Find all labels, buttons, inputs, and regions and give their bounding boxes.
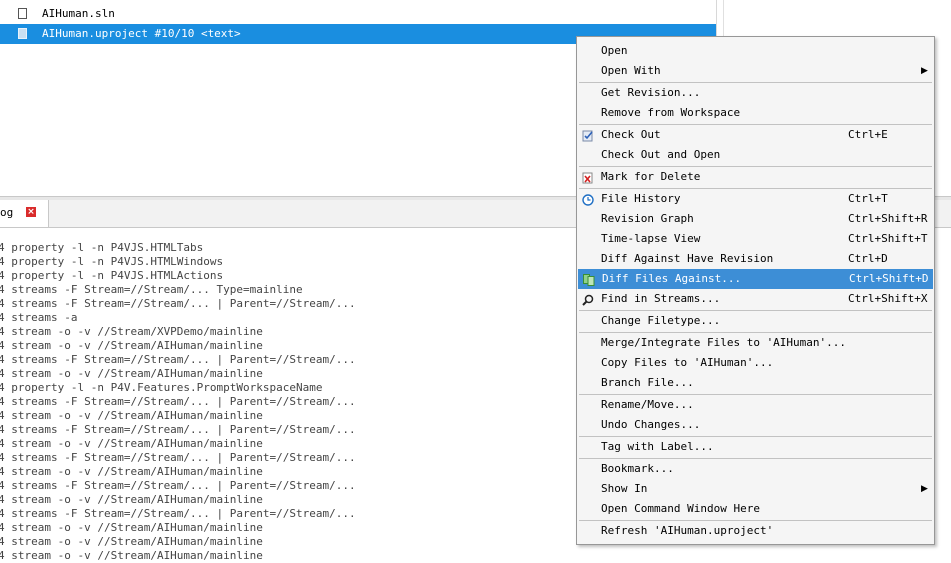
log-line: 4 streams -F Stream=//Stream/... | Paren…	[0, 395, 356, 408]
menu-item-change-filetype[interactable]: Change Filetype...	[577, 311, 934, 331]
menu-item-merge-integrate[interactable]: Merge/Integrate Files to 'AIHuman'...	[577, 333, 934, 353]
menu-item-rename-move[interactable]: Rename/Move...	[577, 395, 934, 415]
log-line: 4 stream -o -v //Stream/AIHuman/mainline	[0, 409, 263, 422]
menu-item-refresh[interactable]: Refresh 'AIHuman.uproject'	[577, 521, 934, 541]
search-icon	[582, 293, 594, 306]
menu-item-diff-against-have[interactable]: Diff Against Have Revision Ctrl+D	[577, 249, 934, 269]
log-line: 4 streams -F Stream=//Stream/... | Paren…	[0, 451, 356, 464]
log-line: 4 property -l -n P4VJS.HTMLWindows	[0, 255, 224, 268]
menu-item-shortcut: Ctrl+Shift+X	[848, 292, 928, 305]
log-line: 4 stream -o -v //Stream/AIHuman/mainline	[0, 367, 263, 380]
menu-item-shortcut: Ctrl+E	[848, 128, 888, 141]
log-line: 4 stream -o -v //Stream/AIHuman/mainline	[0, 339, 263, 352]
menu-item-label: Open Command Window Here	[601, 502, 760, 515]
context-menu: Open Open With ▶ Get Revision... Remove from…	[576, 36, 935, 545]
close-icon[interactable]: ×	[26, 207, 36, 217]
checkout-icon	[582, 129, 594, 142]
menu-item-label: Find in Streams...	[601, 292, 721, 305]
menu-item-time-lapse-view[interactable]: Time-lapse View Ctrl+Shift+T	[577, 229, 934, 249]
log-line: 4 stream -o -v //Stream/AIHuman/mainline	[0, 535, 263, 548]
file-icon	[18, 28, 27, 39]
diff-icon	[583, 273, 595, 286]
menu-item-label: Bookmark...	[601, 462, 674, 475]
menu-item-file-history[interactable]: File History Ctrl+T	[577, 189, 934, 209]
menu-item-label: Copy Files to 'AIHuman'...	[601, 356, 774, 369]
menu-item-label: Undo Changes...	[601, 418, 701, 431]
menu-item-revision-graph[interactable]: Revision Graph Ctrl+Shift+R	[577, 209, 934, 229]
log-line: 4 streams -a	[0, 311, 78, 324]
menu-item-label: Rename/Move...	[601, 398, 694, 411]
log-line: 4 property -l -n P4VJS.HTMLTabs	[0, 241, 204, 254]
menu-item-shortcut: Ctrl+Shift+D	[849, 272, 929, 285]
menu-item-show-in[interactable]: Show In ▶	[577, 479, 934, 499]
tab-log[interactable]: og ×	[0, 200, 49, 227]
menu-item-label: File History	[601, 192, 681, 205]
chevron-right-icon: ▶	[921, 484, 928, 494]
log-line: 4 streams -F Stream=//Stream/... | Paren…	[0, 507, 356, 520]
menu-item-label: Get Revision...	[601, 86, 701, 99]
menu-item-label: Open With	[601, 64, 661, 77]
log-line: 4 streams -F Stream=//Stream/... | Paren…	[0, 479, 356, 492]
log-line: 4 stream -o -v //Stream/AIHuman/mainline	[0, 437, 263, 450]
menu-item-label: Merge/Integrate Files to 'AIHuman'...	[601, 336, 847, 349]
menu-item-open[interactable]: Open	[577, 41, 934, 61]
log-line: 4 stream -o -v //Stream/AIHuman/mainline	[0, 465, 263, 478]
log-line: 4 stream -o -v //Stream/AIHuman/mainline	[0, 521, 263, 534]
menu-item-label: Diff Against Have Revision	[601, 252, 774, 265]
menu-item-undo-changes[interactable]: Undo Changes...	[577, 415, 934, 435]
log-line: 4 property -l -n P4V.Features.PromptWork…	[0, 381, 323, 394]
log-line: 4 streams -F Stream=//Stream/... | Paren…	[0, 353, 356, 366]
menu-item-label: Change Filetype...	[601, 314, 721, 327]
history-clock-icon	[582, 193, 594, 206]
log-line: 4 streams -F Stream=//Stream/... | Paren…	[0, 423, 356, 436]
menu-item-shortcut: Ctrl+Shift+T	[848, 232, 928, 245]
menu-item-label: Time-lapse View	[601, 232, 701, 245]
menu-item-diff-files-against[interactable]: Diff Files Against... Ctrl+Shift+D	[578, 269, 933, 289]
file-row[interactable]: AIHuman.sln	[0, 4, 716, 24]
menu-item-find-in-streams[interactable]: Find in Streams... Ctrl+Shift+X	[577, 289, 934, 309]
menu-item-shortcut: Ctrl+D	[848, 252, 888, 265]
menu-item-label: Branch File...	[601, 376, 694, 389]
menu-item-check-out-and-open[interactable]: Check Out and Open	[577, 145, 934, 165]
menu-item-copy-files[interactable]: Copy Files to 'AIHuman'...	[577, 353, 934, 373]
menu-item-shortcut: Ctrl+T	[848, 192, 888, 205]
menu-item-get-revision[interactable]: Get Revision...	[577, 83, 934, 103]
file-icon	[18, 8, 27, 19]
menu-item-open-command-window[interactable]: Open Command Window Here	[577, 499, 934, 519]
file-name: AIHuman.sln	[42, 7, 115, 20]
tab-log-label: og	[0, 206, 14, 219]
menu-item-tag-with-label[interactable]: Tag with Label...	[577, 437, 934, 457]
chevron-right-icon: ▶	[921, 66, 928, 76]
menu-item-check-out[interactable]: Check Out Ctrl+E	[577, 125, 934, 145]
log-line: 4 streams -F Stream=//Stream/... | Paren…	[0, 297, 356, 310]
log-line: 4 stream -o -v //Stream/XVPDemo/mainline	[0, 325, 263, 338]
log-line: 4 streams -F Stream=//Stream/... Type=ma…	[0, 283, 303, 296]
menu-item-shortcut: Ctrl+Shift+R	[848, 212, 928, 225]
menu-item-label: Check Out and Open	[601, 148, 721, 161]
menu-item-label: Refresh 'AIHuman.uproject'	[601, 524, 774, 537]
menu-item-mark-for-delete[interactable]: Mark for Delete	[577, 167, 934, 187]
delete-mark-icon	[582, 171, 594, 184]
menu-item-label: Mark for Delete	[601, 170, 701, 183]
menu-item-label: Tag with Label...	[601, 440, 714, 453]
file-name: AIHuman.uproject #10/10 <text>	[42, 27, 241, 40]
menu-item-label: Revision Graph	[601, 212, 694, 225]
menu-item-remove-from-workspace[interactable]: Remove from Workspace	[577, 103, 934, 123]
menu-item-open-with[interactable]: Open With ▶	[577, 61, 934, 81]
menu-item-branch-file[interactable]: Branch File...	[577, 373, 934, 393]
menu-item-label: Remove from Workspace	[601, 106, 741, 119]
menu-item-label: Diff Files Against...	[602, 272, 742, 285]
menu-item-label: Open	[601, 44, 628, 57]
log-line: 4 stream -o -v //Stream/AIHuman/mainline	[0, 493, 263, 506]
menu-item-bookmark[interactable]: Bookmark...	[577, 459, 934, 479]
menu-item-label: Check Out	[601, 128, 661, 141]
menu-item-label: Show In	[601, 482, 648, 495]
log-line: 4 property -l -n P4VJS.HTMLActions	[0, 269, 224, 282]
log-line: 4 stream -o -v //Stream/AIHuman/mainline	[0, 549, 263, 562]
